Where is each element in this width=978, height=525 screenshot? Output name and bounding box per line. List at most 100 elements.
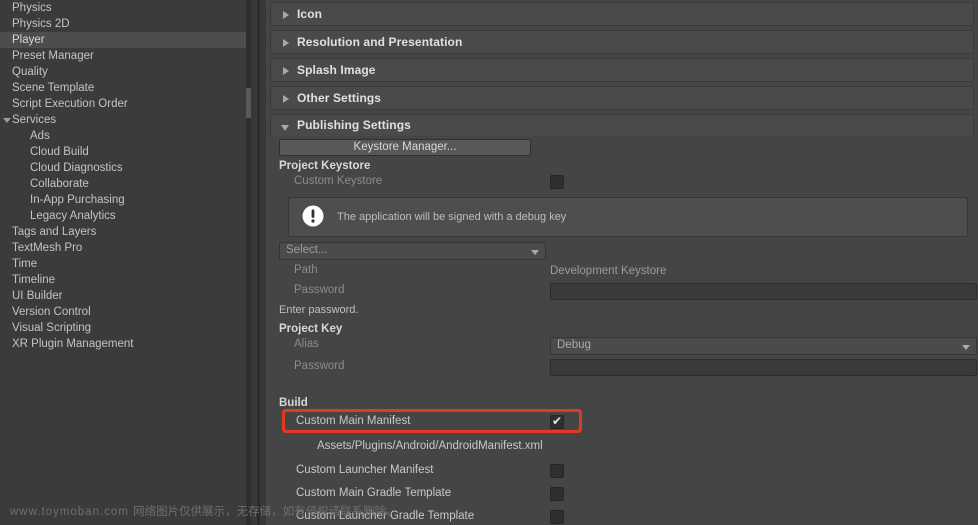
project-keystore-heading: Project Keystore [279, 160, 371, 172]
custom-main-gradle-checkbox[interactable] [550, 487, 564, 501]
sidebar-item-version-control[interactable]: Version Control [0, 304, 246, 320]
foldout-splash-image[interactable]: Splash Image [270, 58, 974, 82]
sidebar-item-label: Timeline [12, 274, 56, 286]
sidebar-scrollbar-thumb[interactable] [246, 88, 251, 118]
sidebar-divider [246, 0, 266, 525]
sidebar-item-label: XR Plugin Management [12, 338, 134, 350]
sidebar-item-label: Cloud Diagnostics [30, 162, 123, 174]
sidebar-item-label: In-App Purchasing [30, 194, 125, 206]
manifest-path-row: Assets/Plugins/Android/AndroidManifest.x… [270, 438, 974, 458]
publishing-settings-body: Keystore Manager... Project Keystore Cus… [266, 139, 978, 525]
alias-label: Alias [294, 338, 319, 350]
foldout-title: Other Settings [297, 91, 382, 105]
sidebar-item-cloud-build[interactable]: Cloud Build [0, 144, 246, 160]
sidebar-item-scene-template[interactable]: Scene Template [0, 80, 246, 96]
sidebar-item-timeline[interactable]: Timeline [0, 272, 246, 288]
foldout-resolution-and-presentation[interactable]: Resolution and Presentation [270, 30, 974, 54]
key-password-row: Password [270, 358, 977, 378]
sidebar-item-legacy-analytics[interactable]: Legacy Analytics [0, 208, 246, 224]
path-label: Path [294, 264, 318, 276]
sidebar-scrollbar-track[interactable] [246, 0, 251, 525]
chevron-down-icon[interactable] [2, 112, 12, 128]
sidebar-item-label: Visual Scripting [12, 322, 92, 334]
project-key-heading: Project Key [279, 323, 343, 335]
custom-keystore-checkbox[interactable] [550, 175, 564, 189]
sidebar-item-label: Script Execution Order [12, 98, 128, 110]
custom-main-gradle-label: Custom Main Gradle Template [296, 487, 452, 499]
project-settings-window: Physics Physics 2D Player Preset Manager Qua… [0, 0, 978, 525]
sidebar-item-label: UI Builder [12, 290, 63, 302]
sidebar-item-script-execution-order[interactable]: Script Execution Order [0, 96, 246, 112]
sidebar-item-label: Quality [12, 66, 48, 78]
sidebar-item-quality[interactable]: Quality [0, 64, 246, 80]
chevron-right-icon [281, 59, 293, 83]
sidebar-item-label: Tags and Layers [12, 226, 97, 238]
sidebar-item-visual-scripting[interactable]: Visual Scripting [0, 320, 246, 336]
debug-key-info-box: The application will be signed with a de… [288, 197, 968, 237]
manifest-path-text: Assets/Plugins/Android/AndroidManifest.x… [317, 440, 543, 452]
sidebar-item-services[interactable]: Services [0, 112, 246, 128]
custom-keystore-label: Custom Keystore [294, 175, 383, 187]
sidebar-item-label: Physics 2D [12, 18, 70, 30]
keystore-path-row: Path Development Keystore [270, 262, 974, 282]
sidebar-item-label: Services [12, 114, 57, 126]
panel-split-handle[interactable] [257, 0, 260, 525]
sidebar-item-label: Version Control [12, 306, 91, 318]
sidebar-item-label: Time [12, 258, 38, 270]
custom-launcher-gradle-row: Custom Launcher Gradle Template [270, 508, 974, 525]
info-message-text: The application will be signed with a de… [337, 211, 567, 223]
keystore-password-input[interactable] [550, 283, 977, 300]
key-password-label: Password [294, 360, 345, 372]
sidebar-item-tags-and-layers[interactable]: Tags and Layers [0, 224, 246, 240]
sidebar-item-label: TextMesh Pro [12, 242, 83, 254]
foldout-title: Splash Image [297, 63, 376, 77]
sidebar-item-label: Cloud Build [30, 146, 89, 158]
warning-icon [302, 205, 324, 227]
custom-main-manifest-checkbox[interactable] [550, 413, 564, 429]
sidebar-item-collaborate[interactable]: Collaborate [0, 176, 246, 192]
sidebar-item-label: Legacy Analytics [30, 210, 116, 222]
custom-launcher-gradle-checkbox[interactable] [550, 510, 564, 524]
sidebar-item-physics[interactable]: Physics [0, 0, 246, 16]
foldout-title: Publishing Settings [297, 118, 411, 132]
sidebar-item-xr-plugin-management[interactable]: XR Plugin Management [0, 336, 246, 352]
sidebar-item-ui-builder[interactable]: UI Builder [0, 288, 246, 304]
sidebar-item-label: Ads [30, 130, 50, 142]
keystore-select-dropdown[interactable]: Select... [279, 242, 546, 260]
custom-launcher-manifest-checkbox[interactable] [550, 464, 564, 478]
keystore-select-value: Select... [286, 244, 328, 256]
sidebar-item-player[interactable]: Player [0, 32, 246, 48]
sidebar-item-ads[interactable]: Ads [0, 128, 246, 144]
password-hint-text: Enter password. [279, 304, 359, 316]
custom-main-manifest-row: Custom Main Manifest [270, 409, 974, 433]
keystore-password-label: Password [294, 284, 345, 296]
chevron-down-icon [281, 115, 293, 139]
sidebar-item-physics-2d[interactable]: Physics 2D [0, 16, 246, 32]
foldout-icon[interactable]: Icon [270, 2, 974, 26]
sidebar-item-label: Player [12, 34, 45, 46]
sidebar-item-preset-manager[interactable]: Preset Manager [0, 48, 246, 64]
alias-value: Debug [557, 339, 591, 351]
key-password-input[interactable] [550, 359, 977, 376]
sidebar-item-textmesh-pro[interactable]: TextMesh Pro [0, 240, 246, 256]
sidebar-item-cloud-diagnostics[interactable]: Cloud Diagnostics [0, 160, 246, 176]
custom-launcher-manifest-label: Custom Launcher Manifest [296, 464, 434, 476]
keystore-manager-button[interactable]: Keystore Manager... [279, 139, 531, 156]
player-settings-panel: Icon Resolution and Presentation Splash … [266, 0, 978, 525]
sidebar-item-time[interactable]: Time [0, 256, 246, 272]
alias-dropdown[interactable]: Debug [550, 337, 977, 355]
custom-main-gradle-row: Custom Main Gradle Template [270, 485, 974, 505]
keystore-password-row: Password [270, 282, 977, 302]
chevron-right-icon [281, 3, 293, 27]
custom-launcher-gradle-label: Custom Launcher Gradle Template [296, 510, 475, 522]
foldout-other-settings[interactable]: Other Settings [270, 86, 974, 110]
sidebar-item-label: Preset Manager [12, 50, 94, 62]
foldout-publishing-settings[interactable]: Publishing Settings [270, 114, 974, 136]
sidebar-item-in-app-purchasing[interactable]: In-App Purchasing [0, 192, 246, 208]
alias-row: Alias Debug [270, 336, 977, 356]
settings-category-sidebar[interactable]: Physics Physics 2D Player Preset Manager Qua… [0, 0, 246, 525]
chevron-right-icon [281, 87, 293, 111]
custom-main-manifest-label: Custom Main Manifest [296, 415, 411, 427]
foldout-title: Resolution and Presentation [297, 35, 463, 49]
path-value: Development Keystore [550, 265, 667, 277]
